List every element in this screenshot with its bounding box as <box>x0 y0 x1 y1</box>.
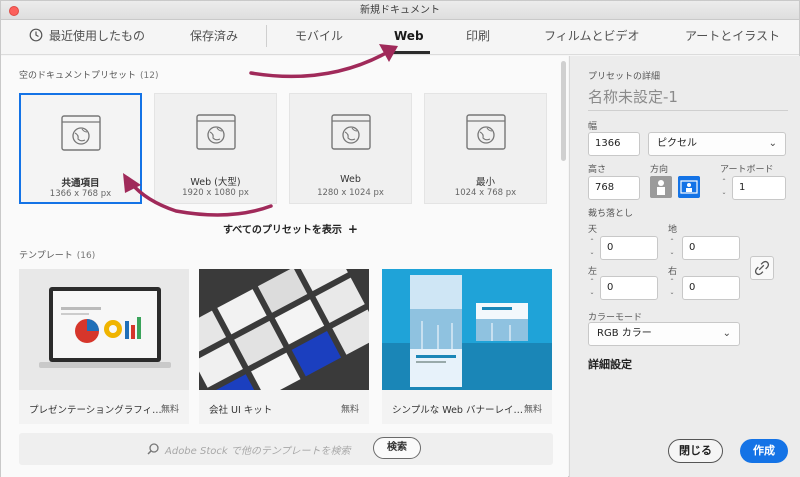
template-card[interactable]: プレゼンテーショングラフィ… 無料 <box>19 269 189 424</box>
width-input[interactable]: 1366 <box>588 132 640 156</box>
color-mode-select[interactable]: RGB カラー ⌄ <box>588 322 740 346</box>
stock-search-bar: Adobe Stock で他のテンプレートを検索 検索 <box>19 433 553 465</box>
bleed-label: 裁ち落とし <box>588 209 634 219</box>
bleed-right-input[interactable]: 0 <box>682 276 740 300</box>
document-name-field[interactable]: 名称未設定-1 <box>588 86 678 107</box>
height-input[interactable]: 768 <box>588 176 640 200</box>
preset-card[interactable]: Web 1280 x 1024 px <box>289 93 412 204</box>
create-button[interactable]: 作成 <box>740 439 788 463</box>
presets-heading: 空のドキュメントプリセット (12) <box>19 71 159 81</box>
search-icon <box>147 443 159 455</box>
window-title: 新規ドキュメント <box>360 5 440 16</box>
web-document-icon <box>60 115 101 151</box>
bleed-right-stepper[interactable]: ⌃ ⌄ <box>668 276 676 300</box>
clock-icon <box>29 28 43 42</box>
preset-size: 1366 x 768 px <box>49 189 112 199</box>
template-card[interactable]: 会社 UI キット 無料 <box>199 269 369 424</box>
artboard-input[interactable]: 1 <box>732 176 786 200</box>
scrollbar[interactable] <box>561 61 566 161</box>
template-name: 会社 UI キット <box>209 405 273 416</box>
artboard-stepper[interactable]: ⌃ ⌄ <box>720 176 728 200</box>
bleed-top-input[interactable]: 0 <box>600 236 658 260</box>
templates-heading: テンプレート (16) <box>19 251 96 261</box>
show-all-presets-link[interactable]: すべてのプリセットを表示 + <box>223 221 358 236</box>
height-label: 高さ <box>588 165 607 175</box>
chevron-down-icon: ⌄ <box>722 328 731 339</box>
web-document-icon <box>195 114 236 150</box>
close-button[interactable]: 閉じる <box>668 439 723 463</box>
banner-thumbnail <box>382 269 552 390</box>
tab-web[interactable]: Web <box>388 21 430 55</box>
web-document-icon <box>330 114 371 150</box>
template-price: 無料 <box>340 405 359 415</box>
tab-saved[interactable]: 保存済み <box>190 21 238 55</box>
template-price: 無料 <box>523 405 542 415</box>
template-price: 無料 <box>160 405 179 415</box>
category-tabs: 最近使用したもの 保存済み モバイル Web 印刷 フィルムとビデオ アートとイ… <box>1 21 799 55</box>
bleed-left-stepper[interactable]: ⌃ ⌄ <box>588 276 596 300</box>
preset-card[interactable]: 共通項目 1366 x 768 px <box>19 93 142 204</box>
preset-name: 共通項目 <box>61 178 100 189</box>
title-bar: 新規ドキュメント <box>1 1 799 20</box>
bleed-bottom-stepper[interactable]: ⌃ ⌄ <box>668 236 676 260</box>
ui-kit-thumbnail <box>199 269 369 390</box>
search-input[interactable]: Adobe Stock で他のテンプレートを検索 <box>165 442 351 457</box>
artboard-label: アートボード <box>720 165 774 175</box>
close-window-icon[interactable] <box>9 6 19 16</box>
new-document-dialog: 新規ドキュメント 最近使用したもの 保存済み モバイル Web 印刷 フィルムと… <box>0 0 800 477</box>
portrait-orientation-icon[interactable] <box>650 176 672 198</box>
active-tab-indicator <box>388 51 430 54</box>
preset-name: Web (大型) <box>190 177 241 188</box>
preset-size: 1280 x 1024 px <box>317 188 384 198</box>
unit-select[interactable]: ピクセル ⌄ <box>648 132 786 156</box>
presentation-thumbnail <box>19 269 189 390</box>
preset-card[interactable]: 最小 1024 x 768 px <box>424 93 547 204</box>
search-button[interactable]: 検索 <box>373 437 421 459</box>
tab-recent[interactable]: 最近使用したもの <box>49 21 145 55</box>
preset-details-heading: プリセットの詳細 <box>588 72 661 82</box>
bleed-top-stepper[interactable]: ⌃ ⌄ <box>588 236 596 260</box>
bleed-bottom-input[interactable]: 0 <box>682 236 740 260</box>
orientation-label: 方向 <box>650 165 669 175</box>
bleed-left-input[interactable]: 0 <box>600 276 658 300</box>
advanced-settings-toggle[interactable]: 詳細設定 <box>588 356 632 372</box>
chevron-down-icon: ⌄ <box>768 138 777 149</box>
template-card[interactable]: シンプルな Web バナーレイ… 無料 <box>382 269 552 424</box>
preset-name: Web <box>340 174 361 185</box>
tab-divider <box>266 25 267 47</box>
preset-name: 最小 <box>475 177 495 188</box>
tab-art-illustration[interactable]: アートとイラスト <box>685 21 780 55</box>
link-bleed-icon[interactable] <box>750 256 774 280</box>
preset-details-panel: プリセットの詳細 名称未設定-1 幅 1366 ピクセル ⌄ 高さ 768 方向 … <box>569 56 800 477</box>
web-document-icon <box>465 114 506 150</box>
landscape-orientation-icon[interactable] <box>678 176 700 198</box>
template-name: シンプルな Web バナーレイ… <box>392 405 523 416</box>
tab-mobile[interactable]: モバイル <box>295 21 343 55</box>
tab-print[interactable]: 印刷 <box>466 21 490 55</box>
bleed-bottom-label: 地 <box>668 225 678 235</box>
preset-size: 1024 x 768 px <box>454 188 517 198</box>
name-underline <box>588 110 788 111</box>
tab-film-video[interactable]: フィルムとビデオ <box>544 21 640 55</box>
preset-size: 1920 x 1080 px <box>182 188 249 198</box>
width-label: 幅 <box>588 122 598 132</box>
plus-icon: + <box>347 222 358 236</box>
preset-card[interactable]: Web (大型) 1920 x 1080 px <box>154 93 277 204</box>
bleed-top-label: 天 <box>588 225 598 235</box>
template-name: プレゼンテーショングラフィ… <box>29 405 162 416</box>
